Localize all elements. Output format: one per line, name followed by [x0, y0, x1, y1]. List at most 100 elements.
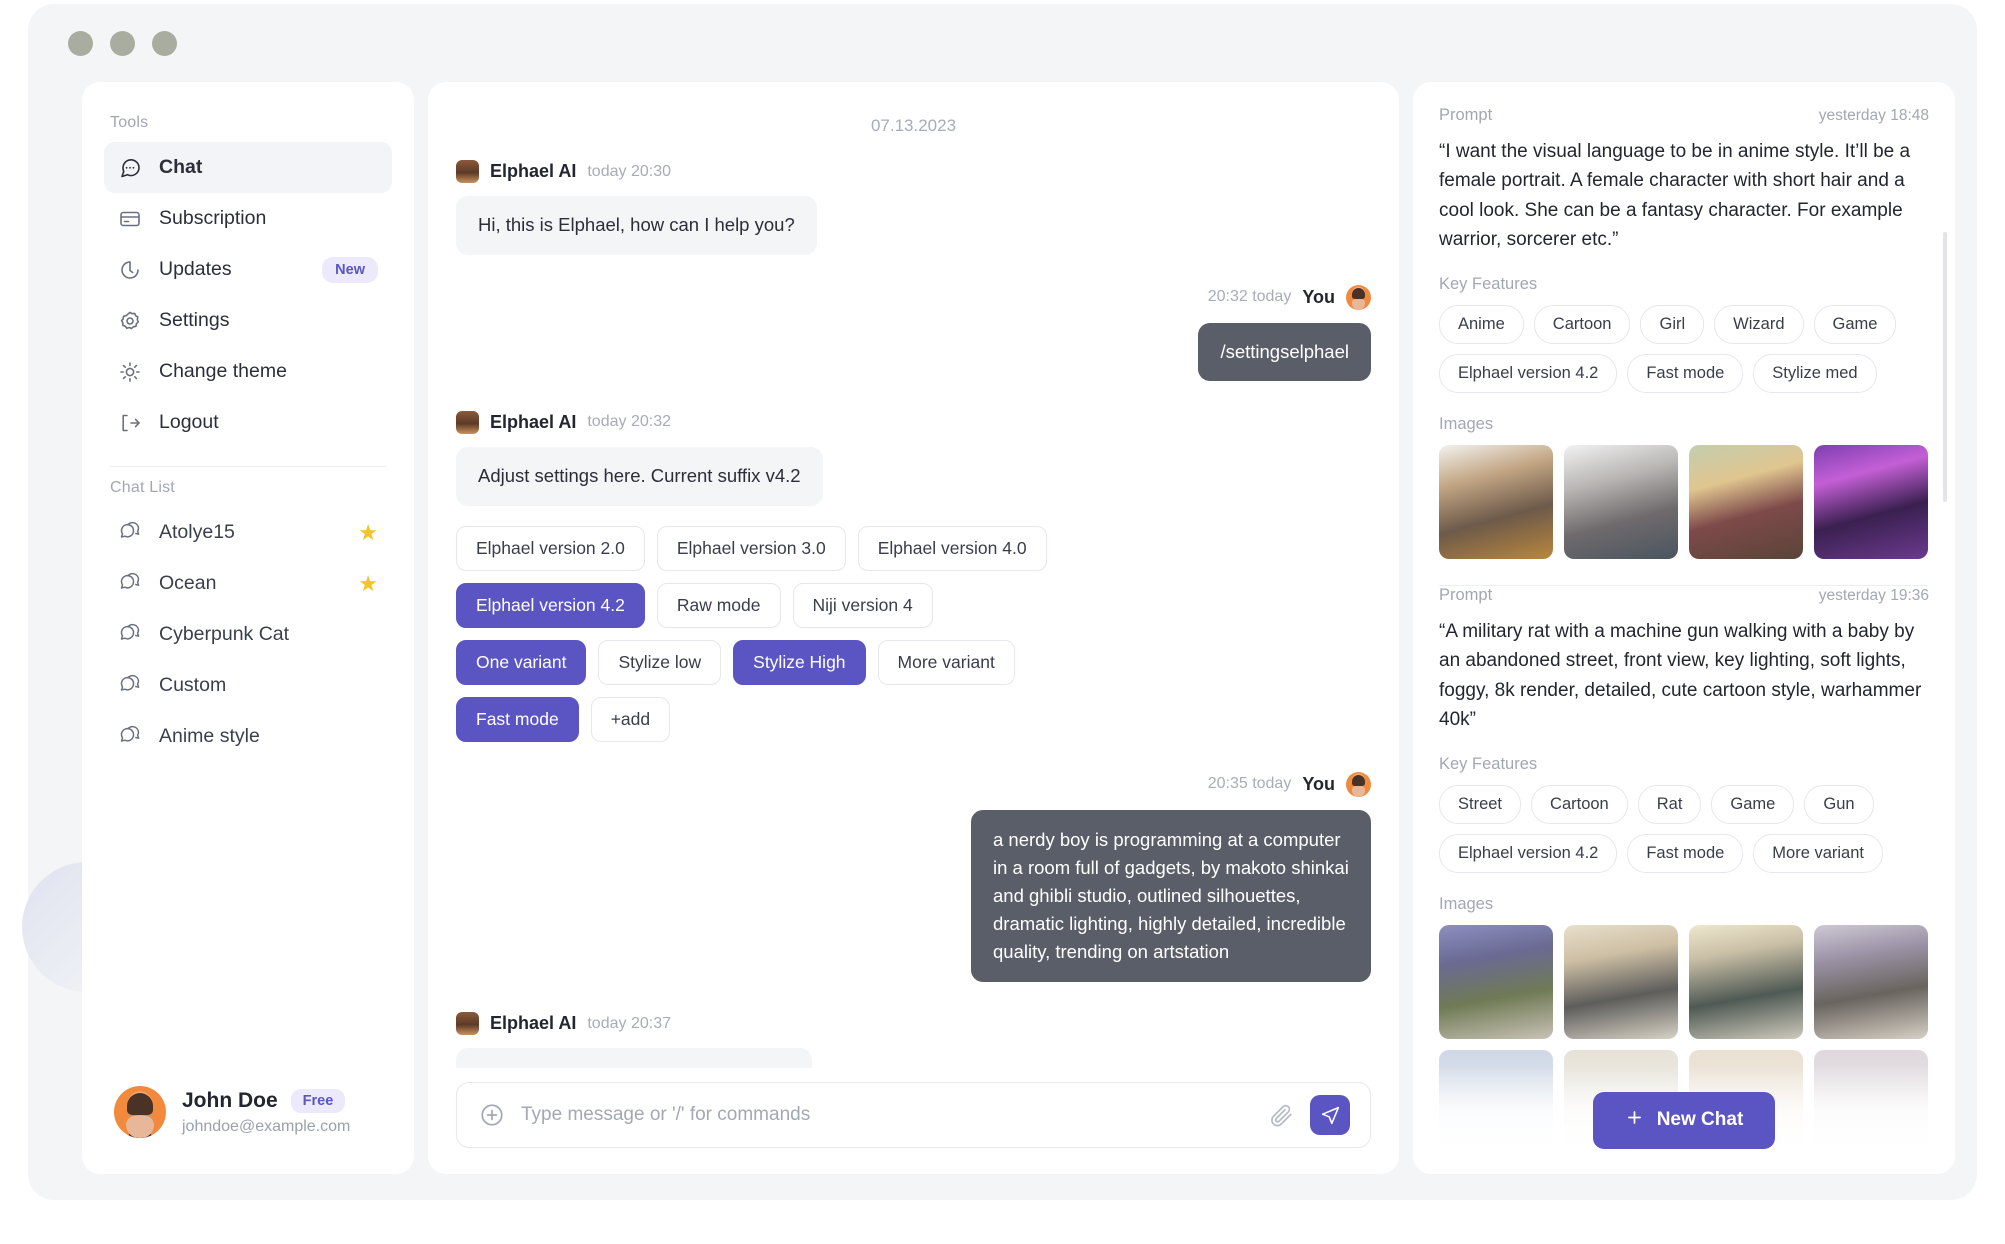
panel-scrollbar[interactable]: [1943, 232, 1947, 502]
sidebar-item-label: Logout: [159, 411, 219, 433]
setting-chip-elphael-version-3-0[interactable]: Elphael version 3.0: [656, 525, 846, 571]
message-author: You: [1302, 286, 1335, 307]
sidebar-item-label: Chat: [159, 156, 203, 178]
updates-new-badge: New: [322, 256, 378, 283]
chats-icon: [118, 518, 142, 548]
add-attachment-icon[interactable]: [479, 1102, 505, 1128]
chats-icon: [118, 569, 142, 599]
key-feature-chip-game[interactable]: Game: [1711, 784, 1795, 824]
window-close-dot[interactable]: [68, 30, 93, 56]
setting-chip-elphael-version-4-2[interactable]: Elphael version 4.2: [456, 582, 645, 628]
chat-list-item-atolye15[interactable]: Atolye15 ★: [104, 507, 392, 558]
prompt-image-thumbnail[interactable]: [1814, 924, 1928, 1039]
prompt-image-thumbnail[interactable]: [1564, 924, 1678, 1039]
prompt-image-thumbnail[interactable]: [1439, 444, 1553, 559]
setting-chip-raw-mode[interactable]: Raw mode: [656, 582, 781, 628]
chat-list-item-label: Ocean: [159, 572, 217, 594]
prompt-image-thumbnail[interactable]: [1564, 444, 1678, 559]
setting-chip-one-variant[interactable]: One variant: [456, 639, 587, 685]
user-profile-card[interactable]: John Doe Free johndoe@example.com: [104, 1074, 392, 1150]
key-feature-chip-girl[interactable]: Girl: [1640, 304, 1705, 344]
setting-chip-add[interactable]: +add: [590, 696, 671, 742]
key-feature-chip-rat[interactable]: Rat: [1637, 784, 1702, 824]
message-time: today 20:32: [587, 413, 671, 431]
key-feature-chip-stylize-med[interactable]: Stylize med: [1753, 353, 1877, 393]
attachment-icon[interactable]: [1268, 1102, 1294, 1128]
tools-section-label: Tools: [110, 114, 149, 131]
chat-list-item-ocean[interactable]: Ocean ★: [104, 558, 392, 609]
logout-icon: [118, 411, 142, 435]
gear-icon: [118, 309, 142, 333]
new-chat-button[interactable]: New Chat: [1592, 1091, 1776, 1149]
key-feature-chip-cartoon[interactable]: Cartoon: [1533, 304, 1631, 344]
key-feature-chip-game[interactable]: Game: [1813, 304, 1897, 344]
key-features-label: Key Features: [1439, 754, 1538, 773]
images-label: Images: [1439, 894, 1494, 913]
prompt-time: yesterday 18:48: [1818, 107, 1929, 124]
message-input[interactable]: [521, 1104, 1252, 1126]
key-feature-chip-elphael-version-4-2[interactable]: Elphael version 4.2: [1439, 833, 1618, 873]
message-ai: Elphael AI today 20:32 Adjust settings her…: [456, 410, 1371, 742]
key-features-chip-group: Anime Cartoon Girl Wizard Game Elphael versio…: [1439, 304, 1929, 393]
setting-chip-elphael-version-4-0[interactable]: Elphael version 4.0: [857, 525, 1047, 571]
prompt-image-thumbnail[interactable]: [1814, 444, 1928, 559]
key-feature-chip-anime[interactable]: Anime: [1439, 304, 1524, 344]
prompt-image-thumbnail[interactable]: [1689, 444, 1803, 559]
prompt-text: “A military rat with a machine gun walki…: [1439, 620, 1922, 731]
sidebar-item-chat[interactable]: Chat: [104, 142, 392, 193]
key-feature-chip-gun[interactable]: Gun: [1804, 784, 1874, 824]
chat-list-item-anime-style[interactable]: Anime style: [104, 711, 392, 762]
sidebar-item-subscription[interactable]: Subscription: [104, 193, 392, 244]
sidebar-item-settings[interactable]: Settings: [104, 295, 392, 346]
key-feature-chip-street[interactable]: Street: [1439, 784, 1522, 824]
setting-chip-more-variant[interactable]: More variant: [877, 639, 1015, 685]
chat-bubble-icon: [118, 156, 142, 180]
message-bubble: /settingselphael: [1198, 322, 1371, 381]
key-feature-chip-more-variant[interactable]: More variant: [1753, 833, 1883, 873]
sidebar-divider: [110, 466, 386, 467]
message-header: Elphael AI today 20:37: [456, 1012, 1371, 1036]
key-feature-chip-fast-mode[interactable]: Fast mode: [1627, 353, 1744, 393]
star-icon[interactable]: ★: [358, 572, 378, 595]
setting-chip-elphael-version-2-0[interactable]: Elphael version 2.0: [456, 525, 645, 571]
window-minimize-dot[interactable]: [110, 30, 135, 56]
chat-list-item-custom[interactable]: Custom: [104, 660, 392, 711]
avatar: [114, 1086, 166, 1138]
setting-chip-niji-version-4[interactable]: Niji version 4: [792, 582, 933, 628]
prompt-card: Prompt yesterday 18:48 “I want the visual …: [1439, 106, 1929, 586]
setting-chip-stylize-high[interactable]: Stylize High: [733, 639, 866, 685]
prompt-text: “I want the visual language to be in ani…: [1439, 141, 1911, 251]
message-bubble: Here are the images I created for you.: [456, 1048, 812, 1068]
key-feature-chip-fast-mode[interactable]: Fast mode: [1627, 833, 1744, 873]
chat-list-item-cyberpunk-cat[interactable]: Cyberpunk Cat: [104, 609, 392, 660]
sidebar-item-label: Change theme: [159, 360, 287, 382]
sidebar-item-change-theme[interactable]: Change theme: [104, 346, 392, 397]
setting-chip-fast-mode[interactable]: Fast mode: [456, 696, 579, 742]
key-features-label: Key Features: [1439, 274, 1538, 293]
sidebar-item-logout[interactable]: Logout: [104, 397, 392, 448]
plan-badge: Free: [290, 1088, 346, 1113]
chats-icon: [118, 722, 142, 752]
key-feature-chip-elphael-version-4-2[interactable]: Elphael version 4.2: [1439, 353, 1618, 393]
message-time: 20:32 today: [1207, 288, 1292, 306]
sidebar-item-label: Updates: [159, 258, 232, 280]
sidebar-item-updates[interactable]: Updates New: [104, 244, 392, 295]
setting-chip-stylize-low[interactable]: Stylize low: [598, 639, 722, 685]
key-feature-chip-wizard[interactable]: Wizard: [1714, 304, 1804, 344]
message-composer[interactable]: [456, 1082, 1371, 1148]
message-header: Elphael AI today 20:30: [456, 160, 1371, 183]
new-chat-footer: New Chat: [1413, 1066, 1955, 1174]
prompt-image-thumbnail[interactable]: [1689, 924, 1803, 1039]
window-maximize-dot[interactable]: [152, 30, 177, 56]
message-header: 20:35 today You: [1208, 771, 1371, 797]
prompt-image-thumbnail[interactable]: [1439, 924, 1553, 1039]
prompt-header: Prompt yesterday 19:36: [1439, 586, 1929, 605]
prompt-history-panel: Prompt yesterday 18:48 “I want the visual …: [1413, 82, 1955, 1174]
app-window: Tools Chat Subscription Updates New Settings…: [28, 4, 1977, 1200]
key-feature-chip-cartoon[interactable]: Cartoon: [1531, 784, 1628, 824]
send-button[interactable]: [1310, 1095, 1350, 1135]
prompt-image-row: [1439, 444, 1929, 559]
message-list: Elphael AI today 20:30 Hi, this is Elphael…: [456, 160, 1371, 1068]
message-author: You: [1302, 773, 1335, 794]
star-icon[interactable]: ★: [358, 521, 378, 544]
